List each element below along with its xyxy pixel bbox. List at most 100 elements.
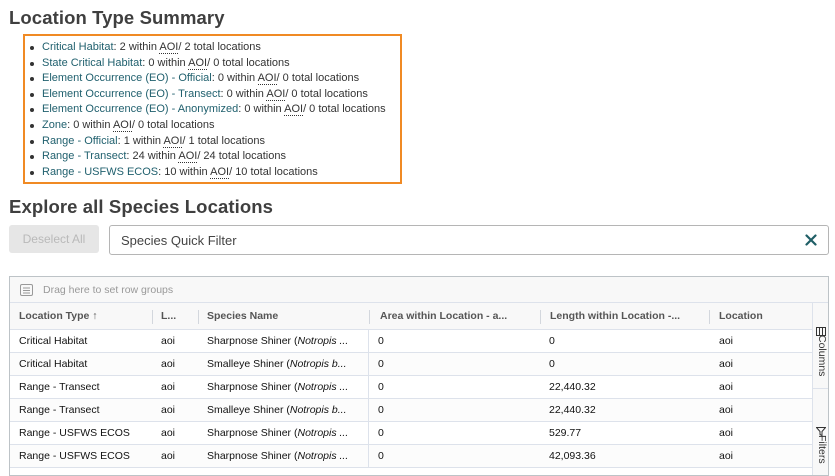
species-scientific-name: Notropis ... — [297, 427, 349, 439]
table-row[interactable]: Range - USFWS ECOS aoi Sharpnose Shiner (N… — [10, 445, 812, 468]
cell-length[interactable]: 529.77 — [540, 422, 710, 444]
cell-area[interactable]: 0 — [369, 399, 540, 421]
close-icon[interactable] — [802, 230, 820, 250]
location-type-link[interactable]: Element Occurrence (EO) - Official — [42, 72, 212, 84]
location-type-link[interactable]: Element Occurrence (EO) - Anonymized — [42, 103, 238, 115]
species-scientific-name: Notropis b... — [289, 358, 347, 370]
column-header-species-name[interactable]: Species Name — [198, 303, 369, 330]
summary-item: Element Occurrence (EO) - Anonymized: 0 … — [28, 102, 386, 118]
aoi-abbr: AOI — [163, 134, 183, 148]
cell-length[interactable]: 22,440.32 — [540, 399, 710, 421]
cell-length[interactable]: 22,440.32 — [540, 376, 710, 398]
column-header-l[interactable]: L... — [152, 303, 198, 330]
cell-location-type[interactable]: Critical Habitat — [10, 353, 152, 375]
summary-item: Element Occurrence (EO) - Official: 0 wi… — [28, 71, 386, 87]
total-count: / 24 total locations — [197, 150, 286, 163]
cell-location[interactable]: aoi — [710, 422, 812, 444]
table-row[interactable]: Range - Transect aoi Sharpnose Shiner (Not… — [10, 376, 812, 399]
column-header-length[interactable]: Length within Location -... — [541, 303, 709, 330]
within-count: : 10 within — [158, 165, 211, 178]
deselect-all-button[interactable]: Deselect All — [9, 225, 99, 253]
cell-length[interactable]: 0 — [540, 330, 710, 352]
location-type-link[interactable]: Range - USFWS ECOS — [42, 166, 158, 178]
aoi-abbr: AOI — [188, 56, 208, 70]
row-group-panel[interactable]: Drag here to set row groups — [10, 277, 828, 303]
total-count: / 1 total locations — [182, 134, 265, 147]
cell-location[interactable]: aoi — [710, 445, 812, 467]
cell-location[interactable]: aoi — [710, 399, 812, 421]
summary-title: Location Type Summary — [9, 7, 225, 28]
species-common-name: Sharpnose Shiner ( — [207, 427, 298, 439]
filters-tab[interactable]: Filters — [813, 389, 828, 475]
total-count: / 2 total locations — [178, 41, 261, 53]
cell-species-name[interactable]: Smalleye Shiner (Notropis b... — [198, 399, 369, 421]
cell-species-name[interactable]: Sharpnose Shiner (Notropis ... — [198, 330, 369, 352]
summary-item: State Critical Habitat: 0 within AOI/ 0 … — [28, 56, 386, 72]
columns-tab[interactable]: Columns — [813, 303, 828, 389]
cell-species-name[interactable]: Sharpnose Shiner (Notropis ... — [198, 445, 369, 467]
location-type-link[interactable]: Zone — [42, 119, 67, 131]
summary-item: Range - USFWS ECOS: 10 within AOI/ 10 to… — [28, 165, 386, 181]
cell-location-type[interactable]: Range - USFWS ECOS — [10, 445, 152, 467]
row-group-hint: Drag here to set row groups — [43, 284, 174, 296]
total-count: / 0 total locations — [276, 72, 360, 85]
cell-location-type[interactable]: Range - USFWS ECOS — [10, 422, 152, 444]
cell-area[interactable]: 0 — [369, 353, 540, 375]
species-locations-grid: Drag here to set row groups Location Typ… — [9, 276, 829, 476]
location-type-link[interactable]: Range - Transect — [42, 150, 126, 162]
species-scientific-name: Notropis b... — [289, 404, 347, 416]
aoi-abbr: AOI — [284, 103, 304, 117]
cell-area[interactable]: 0 — [369, 330, 540, 352]
summary-item: Range - Transect: 24 within AOI/ 24 tota… — [28, 149, 386, 165]
cell-l[interactable]: aoi — [152, 353, 198, 375]
total-count: / 0 total locations — [285, 87, 368, 100]
column-separator[interactable] — [369, 310, 370, 324]
cell-l[interactable]: aoi — [152, 422, 198, 444]
total-count: / 0 total locations — [303, 103, 386, 116]
location-type-summary-list: Critical Habitat: 2 within AOI/ 2 total … — [28, 40, 386, 180]
location-type-link[interactable]: Critical Habitat — [42, 41, 114, 53]
table-row[interactable]: Range - USFWS ECOS aoi Sharpnose Shiner (N… — [10, 422, 812, 445]
cell-area[interactable]: 0 — [369, 445, 540, 467]
cell-area[interactable]: 0 — [369, 376, 540, 398]
cell-length[interactable]: 42,093.36 — [540, 445, 710, 467]
cell-l[interactable]: aoi — [152, 445, 198, 467]
location-type-link[interactable]: State Critical Habitat — [42, 57, 142, 69]
within-count: : 0 within — [211, 72, 258, 85]
species-scientific-name: Notropis ... — [297, 450, 349, 462]
aoi-abbr: AOI — [178, 150, 198, 164]
species-scientific-name: Notropis ... — [297, 381, 349, 393]
grid-header: Location Type ↑ L... Species Name Area w… — [10, 303, 812, 330]
row-group-icon — [20, 283, 33, 296]
summary-item: Critical Habitat: 2 within AOI/ 2 total … — [28, 40, 386, 56]
total-count: / 0 total locations — [207, 56, 290, 69]
table-row[interactable]: Critical Habitat aoi Sharpnose Shiner (Not… — [10, 330, 812, 353]
cell-species-name[interactable]: Smalleye Shiner (Notropis b... — [198, 353, 369, 375]
summary-item: Element Occurrence (EO) - Transect: 0 wi… — [28, 87, 386, 103]
quick-filter-box — [109, 225, 829, 255]
column-header-location-type[interactable]: Location Type ↑ — [10, 303, 152, 330]
cell-location-type[interactable]: Range - Transect — [10, 376, 152, 398]
cell-l[interactable]: aoi — [152, 399, 198, 421]
location-type-link[interactable]: Element Occurrence (EO) - Transect — [42, 88, 221, 100]
cell-location-type[interactable]: Range - Transect — [10, 399, 152, 421]
cell-l[interactable]: aoi — [152, 330, 198, 352]
cell-location[interactable]: aoi — [710, 353, 812, 375]
cell-location[interactable]: aoi — [710, 330, 812, 352]
cell-species-name[interactable]: Sharpnose Shiner (Notropis ... — [198, 376, 369, 398]
column-header-location[interactable]: Location — [710, 303, 812, 330]
cell-l[interactable]: aoi — [152, 376, 198, 398]
within-count: : 1 within — [117, 134, 164, 147]
column-header-area[interactable]: Area within Location - a... — [371, 303, 540, 330]
cell-location-type[interactable]: Critical Habitat — [10, 330, 152, 352]
cell-location[interactable]: aoi — [710, 376, 812, 398]
species-quick-filter-input[interactable] — [121, 231, 781, 249]
cell-length[interactable]: 0 — [540, 353, 710, 375]
location-type-link[interactable]: Range - Official — [42, 135, 118, 147]
cell-area[interactable]: 0 — [369, 422, 540, 444]
explore-title: Explore all Species Locations — [9, 196, 274, 217]
species-common-name: Smalleye Shiner ( — [207, 358, 290, 370]
table-row[interactable]: Critical Habitat aoi Smalleye Shiner (Notr… — [10, 353, 812, 376]
table-row[interactable]: Range - Transect aoi Smalleye Shiner (Notr… — [10, 399, 812, 422]
cell-species-name[interactable]: Sharpnose Shiner (Notropis ... — [198, 422, 369, 444]
